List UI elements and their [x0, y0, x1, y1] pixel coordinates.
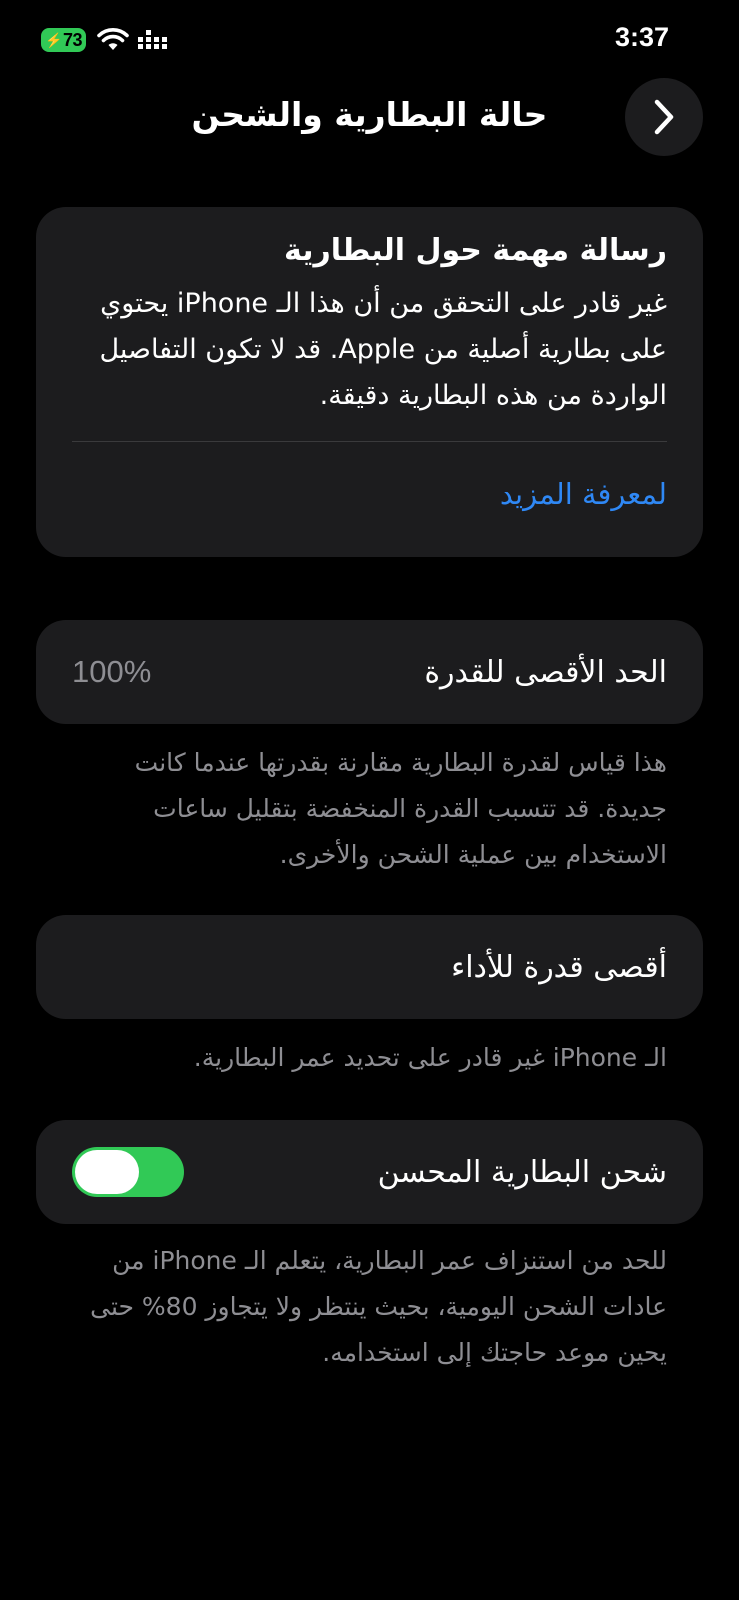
- maximum-capacity-value: 100%: [72, 654, 152, 689]
- chevron-right-icon: [654, 99, 674, 135]
- page-title: حالة البطارية والشحن: [191, 95, 548, 134]
- toggle-knob: [75, 1150, 139, 1194]
- signal-icon: [138, 30, 167, 49]
- battery-indicator: ⚡ 73: [41, 28, 86, 52]
- wifi-icon: [97, 28, 129, 50]
- status-time: 3:37: [614, 22, 669, 52]
- optimized-charging-toggle[interactable]: [72, 1147, 184, 1197]
- back-button[interactable]: [625, 78, 703, 156]
- message-title: رسالة مهمة حول البطارية: [284, 233, 667, 268]
- maximum-capacity-label: الحد الأقصى للقدرة: [424, 654, 667, 690]
- optimized-charging-footnote: للحد من استنزاف عمر البطارية، يتعلم الـ …: [90, 1246, 667, 1367]
- learn-more-link[interactable]: لمعرفة المزيد: [72, 466, 667, 522]
- battery-level: 73: [62, 29, 83, 50]
- status-bar: ⚡ 73 3:37: [0, 0, 739, 80]
- bolt-icon: ⚡: [45, 31, 62, 48]
- peak-performance-footnote: الـ iPhone غير قادر على تحديد عمر البطار…: [193, 1043, 667, 1072]
- maximum-capacity-footnote: هذا قياس لقدرة البطارية مقارنة بقدرتها ع…: [134, 748, 667, 869]
- optimized-charging-label: شحن البطارية المحسن: [377, 1154, 667, 1190]
- peak-performance-label: أقصى قدرة للأداء: [451, 949, 667, 985]
- maximum-capacity-row: الحد الأقصى للقدرة 100%: [36, 620, 703, 724]
- peak-performance-row: أقصى قدرة للأداء: [36, 915, 703, 1019]
- message-body: غير قادر على التحقق من أن هذا الـ iPhone…: [99, 288, 667, 411]
- battery-message-card: رسالة مهمة حول البطارية غير قادر على الت…: [36, 207, 703, 557]
- divider: [72, 441, 667, 442]
- optimized-charging-row: شحن البطارية المحسن: [36, 1120, 703, 1224]
